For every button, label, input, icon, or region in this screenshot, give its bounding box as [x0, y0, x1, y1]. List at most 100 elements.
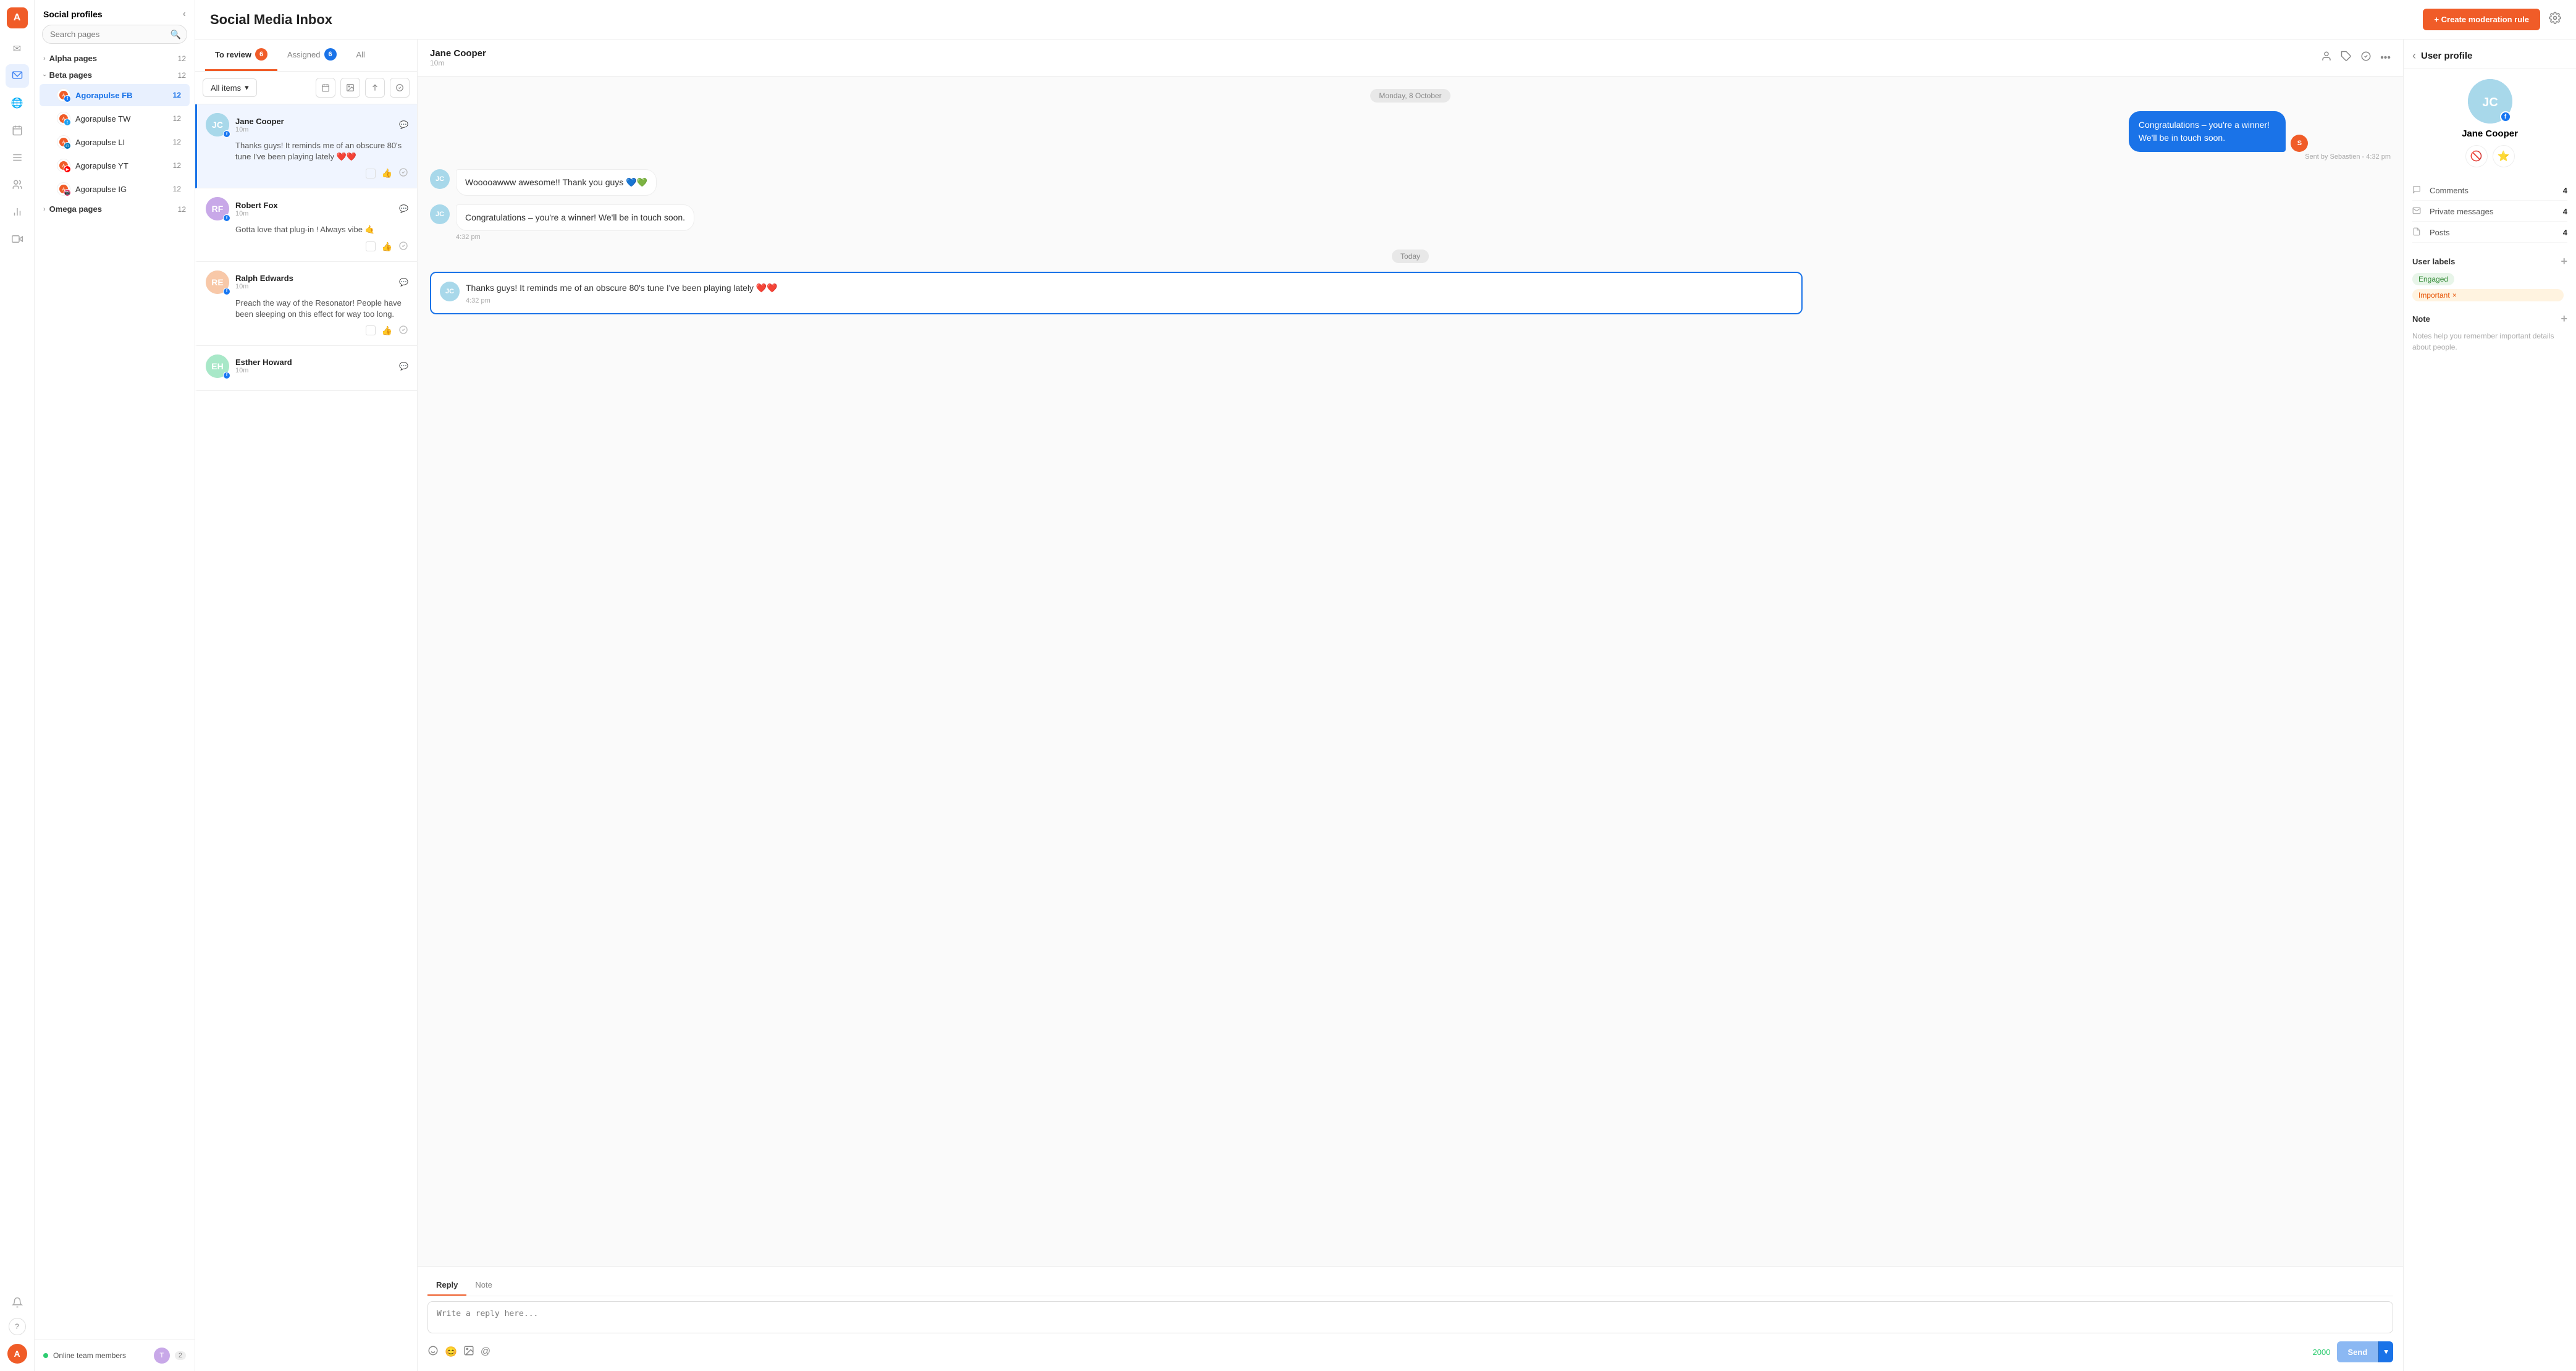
video-nav-item[interactable] — [6, 227, 29, 251]
chart-nav-item[interactable] — [6, 200, 29, 224]
add-note-button[interactable]: + — [2561, 312, 2567, 325]
calendar-nav-item[interactable] — [6, 119, 29, 142]
bell-nav-item[interactable] — [6, 1291, 29, 1314]
help-nav-item[interactable]: ? — [9, 1318, 26, 1335]
svg-text:EH: EH — [211, 361, 223, 371]
emoji-tool-icon[interactable]: 😊 — [445, 1346, 457, 1358]
user-profile-icon[interactable] — [2321, 51, 2332, 65]
back-button[interactable]: ‹ — [2412, 49, 2416, 62]
ralph-fb-badge: f — [223, 288, 230, 295]
posts-stat-icon — [2412, 227, 2425, 238]
tab-to-review[interactable]: To review 6 — [205, 40, 277, 71]
create-moderation-rule-button[interactable]: + Create moderation rule — [2423, 9, 2540, 30]
users-nav-item[interactable] — [6, 173, 29, 196]
jane-avatar: JC f — [206, 113, 229, 136]
inbox-item-jane-cooper[interactable]: JC f Jane Cooper 10m 💬 Thanks guys! It r… — [195, 104, 417, 188]
image-filter-icon[interactable] — [340, 78, 360, 98]
omega-pages-group[interactable]: › Omega pages 12 — [35, 201, 195, 217]
pm-stat-count: 4 — [2563, 207, 2567, 216]
svg-text:RE: RE — [211, 277, 223, 287]
mention-tool-icon[interactable]: @ — [481, 1346, 490, 1357]
beta-pages-group[interactable]: › Beta pages 12 — [35, 67, 195, 83]
image-tool-icon[interactable] — [463, 1345, 474, 1359]
jane-checkbox[interactable] — [366, 169, 376, 178]
list-nav-item[interactable] — [6, 146, 29, 169]
li-platform-badge: in — [64, 142, 71, 149]
sidebar-item-agorapulse-fb[interactable]: A f Agorapulse FB 12 — [40, 84, 190, 106]
agorapulse-tw-count: 12 — [173, 114, 181, 123]
filter-select[interactable]: All items ▾ — [203, 78, 257, 97]
sent-meta: Sent by Sebastien - 4:32 pm — [2129, 153, 2391, 161]
svg-text:RF: RF — [212, 204, 224, 214]
user-avatar-bottom[interactable]: A — [7, 1344, 27, 1364]
online-count: 2 — [175, 1351, 186, 1360]
check-filter-icon[interactable] — [390, 78, 410, 98]
agorapulse-tw-label: Agorapulse TW — [75, 114, 173, 124]
send-button[interactable]: Send — [2337, 1341, 2379, 1362]
inbox-item-esther-howard[interactable]: EH f Esther Howard 10m 💬 — [195, 346, 417, 391]
comments-stat-label: Comments — [2430, 186, 2558, 195]
filter-icons-group — [316, 78, 410, 98]
received-msg-3-content: Thanks guys! It reminds me of an obscure… — [466, 282, 778, 304]
search-input[interactable] — [42, 25, 187, 44]
robert-time: 10m — [235, 210, 393, 217]
inbox-item-robert-fox[interactable]: RF f Robert Fox 10m 💬 Gotta love that pl… — [195, 188, 417, 261]
inbox-nav-item[interactable] — [6, 64, 29, 88]
send-nav-item[interactable]: ✉ — [6, 37, 29, 61]
fb-platform-badge: f — [64, 95, 71, 103]
inbox-item-robert-header: RF f Robert Fox 10m 💬 — [206, 197, 408, 220]
jane-time: 10m — [235, 126, 393, 133]
reply-tabs: Reply Note — [427, 1275, 2393, 1296]
convo-header: Jane Cooper 10m ••• — [418, 40, 2403, 77]
robert-checkbox[interactable] — [366, 241, 376, 251]
jane-review-icon[interactable] — [398, 167, 408, 179]
received-msg-1-content: Wooooawww awesome!! Thank you guys 💙💚 — [456, 169, 657, 196]
star-user-button[interactable]: ⭐ — [2493, 145, 2515, 167]
robert-review-icon[interactable] — [398, 241, 408, 253]
filter-label: All items — [211, 83, 241, 93]
agorapulse-yt-count: 12 — [173, 161, 181, 170]
agorapulse-li-label: Agorapulse LI — [75, 138, 173, 147]
block-user-button[interactable]: 🚫 — [2465, 145, 2488, 167]
sidebar-item-agorapulse-li[interactable]: A in Agorapulse LI 12 — [40, 131, 190, 153]
sidebar-item-agorapulse-yt[interactable]: A ▶ Agorapulse YT 12 — [40, 154, 190, 177]
tag-icon[interactable] — [2341, 51, 2352, 65]
ralph-review-icon[interactable] — [398, 325, 408, 337]
globe-nav-item[interactable]: 🌐 — [6, 91, 29, 115]
smiley-tool-icon[interactable] — [427, 1345, 439, 1359]
ralph-like-icon[interactable]: 👍 — [382, 325, 392, 336]
robert-like-icon[interactable]: 👍 — [382, 241, 392, 252]
tab-reply[interactable]: Reply — [427, 1275, 466, 1296]
tab-assigned[interactable]: Assigned 6 — [277, 40, 346, 71]
calendar-filter-icon[interactable] — [316, 78, 335, 98]
convo-messages: Monday, 8 October Congratulations – you'… — [418, 77, 2403, 1266]
profile-fb-badge: f — [2500, 111, 2511, 122]
remove-important-label-button[interactable]: × — [2452, 291, 2457, 300]
alpha-pages-group[interactable]: › Alpha pages 12 — [35, 50, 195, 67]
jane-name: Jane Cooper — [235, 117, 393, 126]
sidebar-item-agorapulse-ig[interactable]: A 📷 Agorapulse IG 12 — [40, 178, 190, 200]
esther-avatar: EH f — [206, 354, 229, 378]
jane-info: Jane Cooper 10m — [235, 117, 393, 133]
settings-icon[interactable] — [2549, 12, 2561, 27]
sidebar-collapse-icon[interactable]: ‹ — [183, 9, 186, 20]
jane-like-icon[interactable]: 👍 — [382, 168, 392, 178]
approve-icon[interactable] — [2360, 51, 2372, 65]
ralph-time: 10m — [235, 283, 393, 290]
user-labels-container: Engaged Important × — [2412, 273, 2567, 301]
sender-avatar: S — [2291, 135, 2308, 152]
send-button-group: Send ▾ — [2337, 1341, 2394, 1362]
tab-note[interactable]: Note — [466, 1275, 500, 1296]
more-options-icon[interactable]: ••• — [2380, 52, 2391, 64]
sort-filter-icon[interactable] — [365, 78, 385, 98]
app-logo[interactable]: A — [7, 7, 28, 28]
reply-input[interactable] — [427, 1301, 2393, 1333]
ralph-checkbox[interactable] — [366, 325, 376, 335]
tab-all[interactable]: All — [347, 40, 375, 71]
inbox-item-ralph-edwards[interactable]: RE f Ralph Edwards 10m 💬 Preach the way … — [195, 262, 417, 346]
add-label-button[interactable]: + — [2561, 255, 2567, 268]
send-dropdown-button[interactable]: ▾ — [2378, 1341, 2393, 1362]
highlighted-message: JC Thanks guys! It reminds me of an obsc… — [430, 272, 1803, 314]
sent-bubble: Congratulations – you're a winner! We'll… — [2129, 111, 2286, 152]
sidebar-item-agorapulse-tw[interactable]: A t Agorapulse TW 12 — [40, 107, 190, 130]
